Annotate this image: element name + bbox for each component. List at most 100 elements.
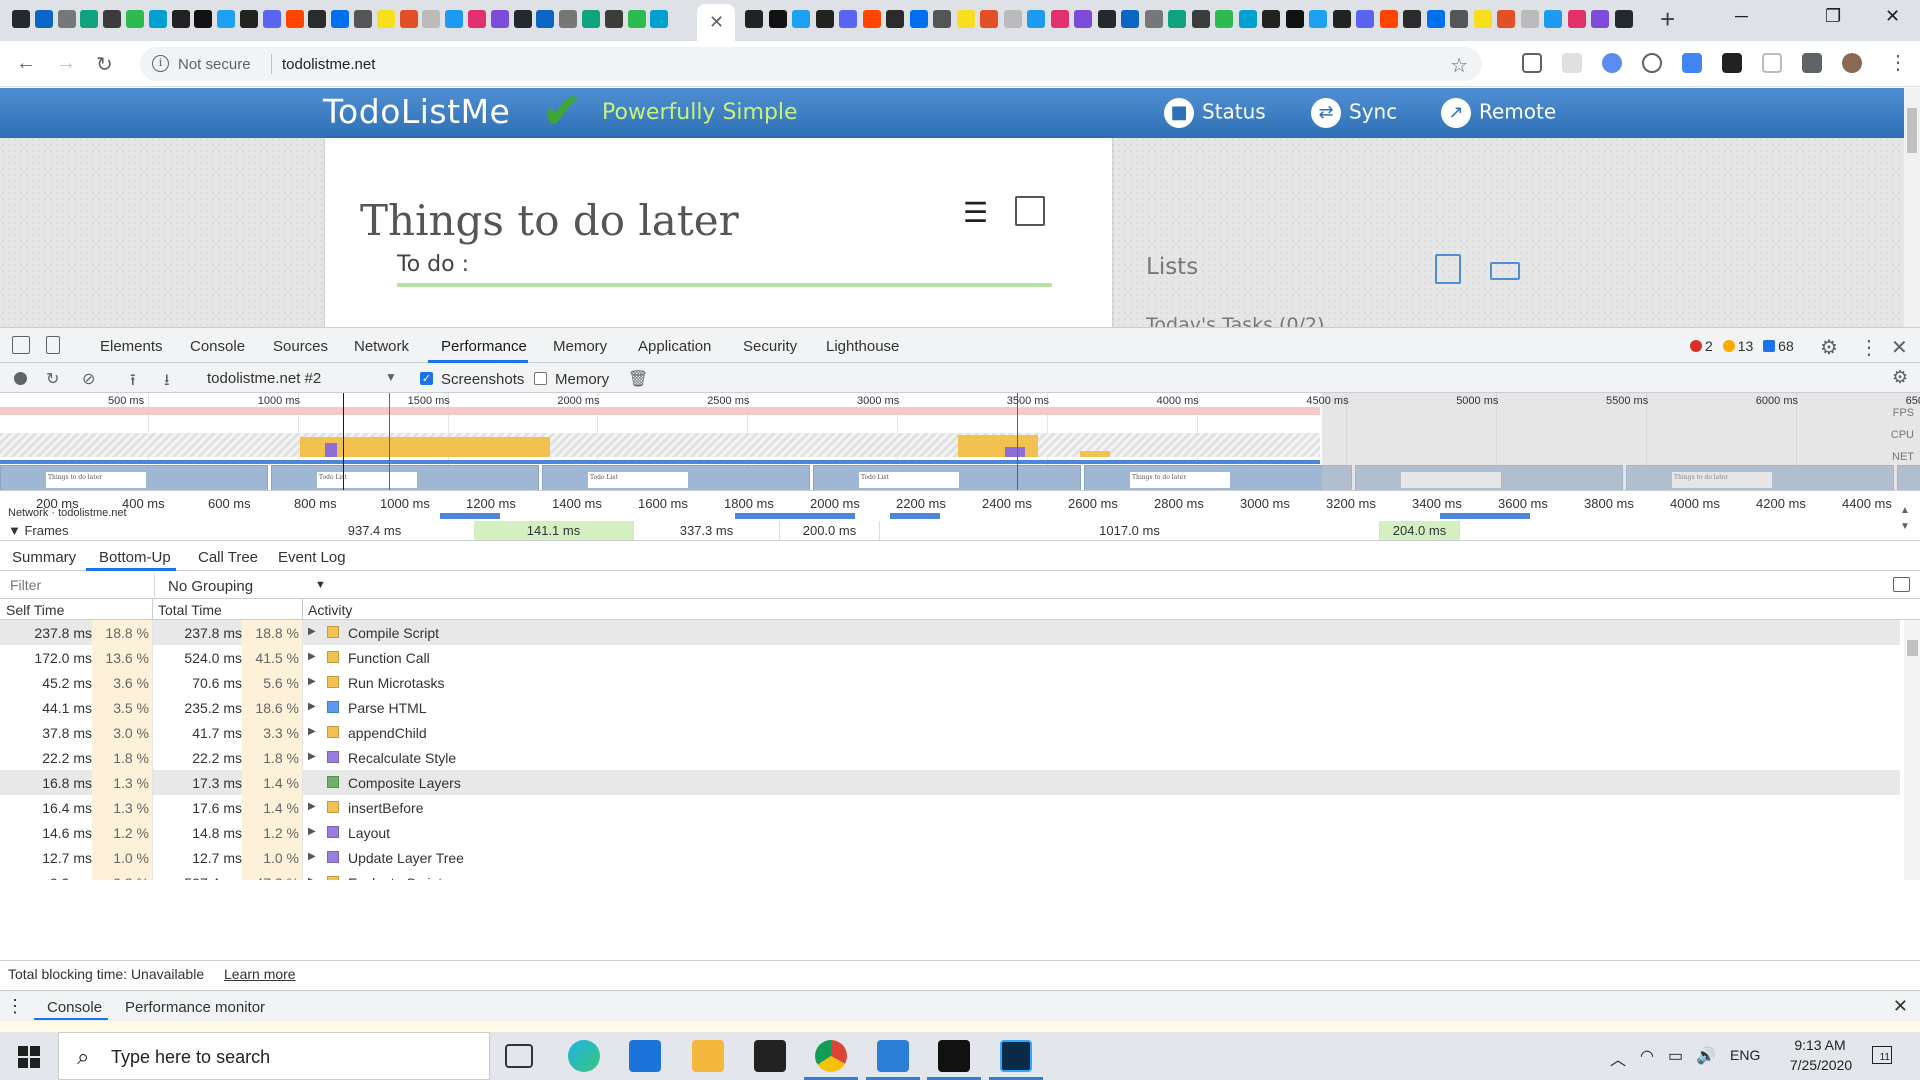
pinned-tab-favicon[interactable] xyxy=(792,10,810,28)
close-icon[interactable]: ✕ xyxy=(709,12,724,33)
security-status[interactable]: Not secure xyxy=(178,56,251,73)
column-divider[interactable] xyxy=(152,599,153,620)
pinned-tab-favicon[interactable] xyxy=(1238,10,1257,28)
pinned-tab-favicon[interactable] xyxy=(839,10,857,28)
screenshot-thumbnail[interactable]: Todo List xyxy=(271,465,539,490)
expand-triangle-icon[interactable]: ▶ xyxy=(308,876,316,880)
maximize-button[interactable]: ❐ xyxy=(1825,6,1841,27)
add-category-icon[interactable] xyxy=(1490,262,1520,280)
pinned-tab-favicon[interactable] xyxy=(1074,10,1092,28)
drawer-menu-icon[interactable]: ⋮ xyxy=(6,996,24,1017)
info-icon[interactable]: i xyxy=(152,55,169,72)
pinned-tab-favicon[interactable] xyxy=(1379,10,1398,28)
record-icon[interactable] xyxy=(14,372,27,385)
nav-remote[interactable]: ↗ Remote xyxy=(1441,98,1556,128)
tab-lighthouse[interactable]: Lighthouse xyxy=(826,338,899,355)
tab-call-tree[interactable]: Call Tree xyxy=(198,549,258,566)
clock-time[interactable]: 9:13 AM xyxy=(1784,1037,1856,1053)
expand-triangle-icon[interactable]: ▶ xyxy=(308,726,316,737)
tab-security[interactable]: Security xyxy=(743,338,797,355)
expand-triangle-icon[interactable]: ▶ xyxy=(308,751,316,762)
list-title[interactable]: Things to do later xyxy=(360,196,739,245)
taskbar-search[interactable]: ⌕ Type here to search xyxy=(58,1032,490,1080)
table-row[interactable]: 237.8 ms 18.8 % 237.8 ms 18.8 % ▶ Compile Scr… xyxy=(0,620,1900,645)
table-row[interactable]: 16.4 ms 1.3 % 17.6 ms 1.4 % ▶ insertBefore xyxy=(0,795,1900,820)
battery-icon[interactable]: ▭ xyxy=(1668,1046,1683,1066)
chevron-down-icon[interactable]: ▼ xyxy=(385,370,397,384)
task-view-icon[interactable] xyxy=(505,1044,533,1068)
column-activity[interactable]: Activity xyxy=(308,602,352,618)
pinned-tab-favicon[interactable] xyxy=(1144,10,1163,28)
network-request[interactable] xyxy=(735,513,855,519)
network-request[interactable] xyxy=(890,513,940,519)
memory-label[interactable]: Memory xyxy=(555,371,609,388)
chevron-up-icon[interactable]: ︿ xyxy=(1610,1046,1626,1070)
pinned-tab-favicon[interactable] xyxy=(1168,10,1186,28)
mail-icon[interactable] xyxy=(629,1040,661,1072)
column-total-time[interactable]: Total Time xyxy=(158,602,222,618)
screenshots-checkbox[interactable]: ✓ xyxy=(420,372,433,385)
pinned-tab-favicon[interactable] xyxy=(1097,10,1116,28)
pinned-tab-favicon[interactable] xyxy=(1473,10,1492,28)
pinned-tab-favicon[interactable] xyxy=(1591,10,1609,28)
frame-block[interactable]: 204.0 ms xyxy=(1380,521,1460,540)
clear-icon[interactable]: ⊘ xyxy=(82,369,95,389)
edge-icon[interactable] xyxy=(568,1040,600,1072)
pinned-tab-favicon[interactable] xyxy=(468,10,486,28)
wifi-icon[interactable]: ◠ xyxy=(1640,1046,1654,1066)
tab-sources[interactable]: Sources xyxy=(273,338,328,355)
pinned-tab-favicon[interactable] xyxy=(1262,10,1280,28)
pinned-tab-favicon[interactable] xyxy=(1027,10,1045,28)
terminal-icon[interactable] xyxy=(938,1040,970,1072)
clock-date[interactable]: 7/25/2020 xyxy=(1776,1057,1866,1073)
screenshot-thumbnail[interactable]: Things to do later xyxy=(1084,465,1352,490)
download-icon[interactable]: ⭳ xyxy=(164,369,170,396)
nav-status[interactable]: ■ Status xyxy=(1164,98,1266,128)
tab-elements[interactable]: Elements xyxy=(100,338,163,355)
network-request[interactable] xyxy=(1440,513,1530,519)
pinned-tab-favicon[interactable] xyxy=(285,10,304,28)
close-drawer-icon[interactable]: ✕ xyxy=(1893,996,1908,1017)
screenshot-thumbnail[interactable]: Things to do later xyxy=(0,465,268,490)
list-view-icon[interactable]: ☰ xyxy=(963,196,988,229)
store-icon[interactable] xyxy=(754,1040,786,1072)
table-row[interactable]: 45.2 ms 3.6 % 70.6 ms 5.6 % ▶ Run Microtasks xyxy=(0,670,1900,695)
pinned-tab-favicon[interactable] xyxy=(376,10,395,28)
site-logo[interactable]: TodoListMe xyxy=(323,92,510,131)
network-request[interactable] xyxy=(440,513,500,519)
pinned-tab-favicon[interactable] xyxy=(148,10,167,28)
frame-block[interactable]: 337.3 ms xyxy=(634,521,780,540)
expand-triangle-icon[interactable]: ▶ xyxy=(308,851,316,862)
language-indicator[interactable]: ENG xyxy=(1730,1047,1760,1063)
url-text[interactable]: todolistme.net xyxy=(282,56,375,73)
pinned-tab-favicon[interactable] xyxy=(933,10,951,28)
pinned-tab-favicon[interactable] xyxy=(1191,10,1210,28)
active-tab[interactable]: ✕ xyxy=(697,4,735,41)
pinned-tab-favicon[interactable] xyxy=(536,10,555,28)
screenshot-thumbnail[interactable]: Todo List xyxy=(813,465,1081,490)
kebab-menu-icon[interactable]: ⋮ xyxy=(1888,50,1908,75)
pinned-tab-favicon[interactable] xyxy=(1332,10,1351,28)
pinned-tab-favicon[interactable] xyxy=(490,10,509,28)
table-row[interactable]: 22.2 ms 1.8 % 22.2 ms 1.8 % ▶ Recalculate Sty… xyxy=(0,745,1900,770)
filter-input[interactable] xyxy=(0,573,155,597)
device-toolbar-icon[interactable] xyxy=(46,336,60,354)
pinned-tab-favicon[interactable] xyxy=(1567,10,1586,28)
todays-tasks-list[interactable]: Today's Tasks (0/2) xyxy=(1146,314,1324,327)
pinned-tab-favicon[interactable] xyxy=(354,10,372,28)
pinned-tab-favicon[interactable] xyxy=(1121,10,1139,28)
page-scrollbar[interactable] xyxy=(1904,88,1920,327)
pinned-tab-favicon[interactable] xyxy=(956,10,975,28)
expand-triangle-icon[interactable]: ▶ xyxy=(308,651,316,662)
pinned-tab-favicon[interactable] xyxy=(308,10,327,28)
table-row[interactable]: 9.9 ms0.8 %597.4 ms47.3 % ▶ Evaluate Scrip… xyxy=(0,870,1900,880)
scroll-up-icon[interactable]: ▲ xyxy=(1900,505,1910,516)
pinned-tab-favicon[interactable] xyxy=(1403,10,1421,28)
tab-bottom-up[interactable]: Bottom-Up xyxy=(99,549,171,566)
pinned-tab-favicon[interactable] xyxy=(768,10,787,28)
chrome-icon[interactable] xyxy=(815,1040,847,1072)
screenshots-label[interactable]: Screenshots xyxy=(441,371,524,388)
expand-triangle-icon[interactable]: ▶ xyxy=(308,826,316,837)
pinned-tab-favicon[interactable] xyxy=(12,10,30,28)
minimize-button[interactable]: ─ xyxy=(1735,6,1748,27)
